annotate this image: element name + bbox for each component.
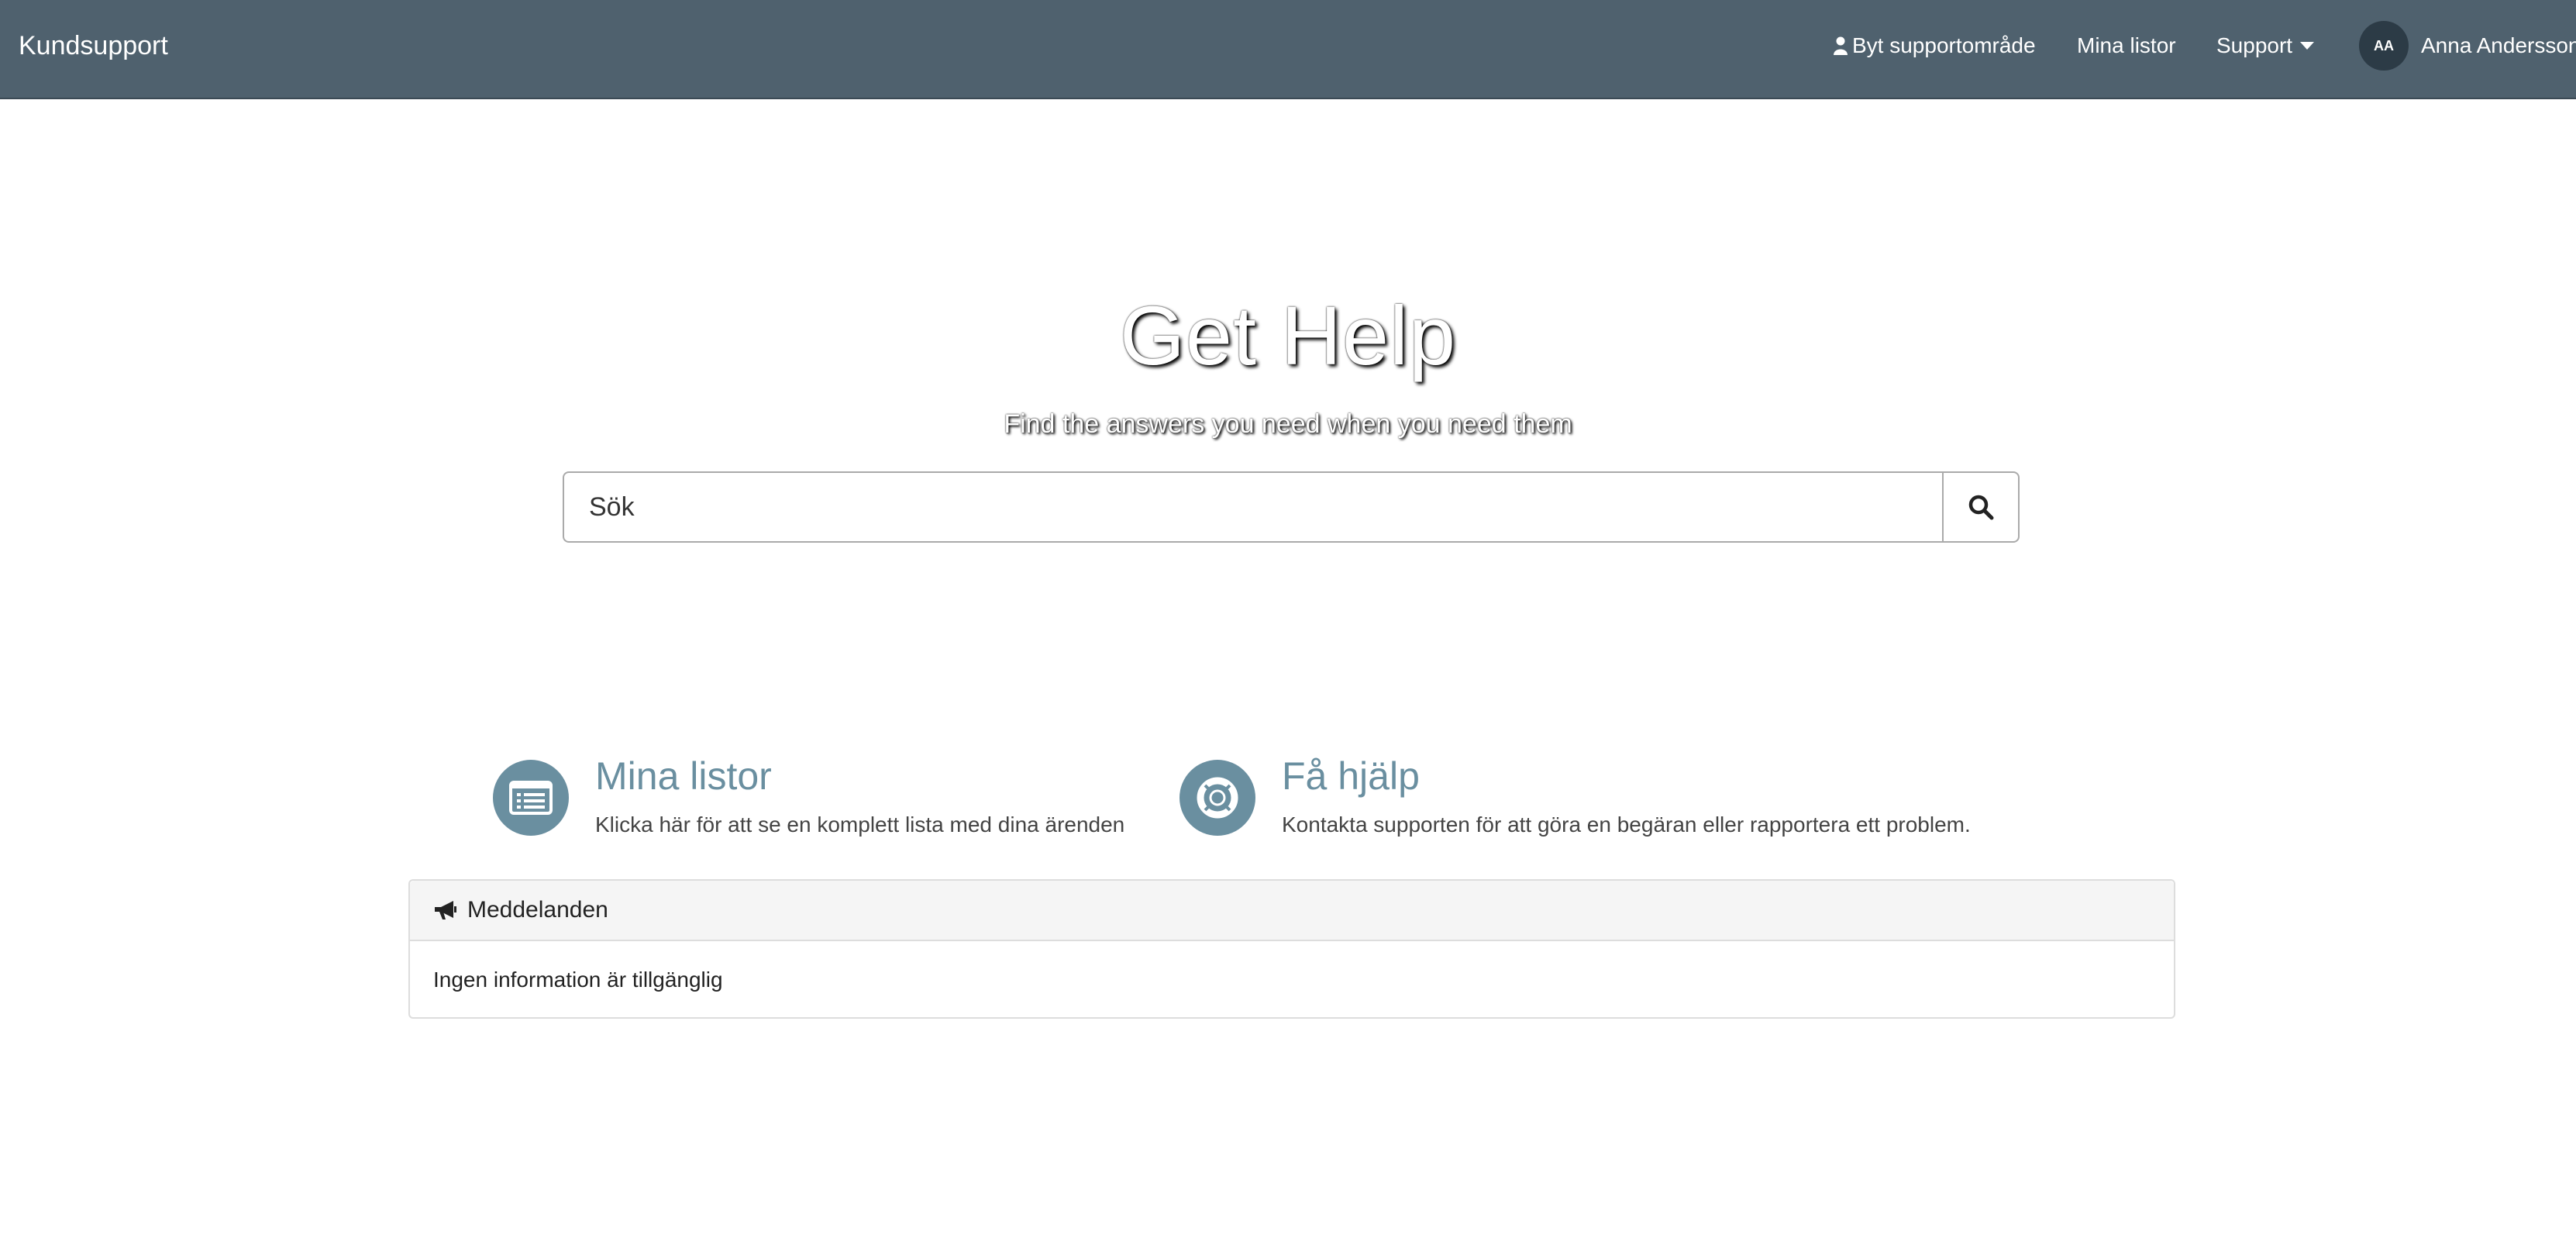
messages-panel-header: Meddelanden xyxy=(410,881,2174,941)
quick-link-description: Klicka här för att se en komplett lista … xyxy=(595,812,1125,837)
list-icon xyxy=(493,760,569,836)
messages-panel: Meddelanden Ingen information är tillgän… xyxy=(408,879,2175,1019)
switch-support-area-link[interactable]: Byt supportområde xyxy=(1834,0,2036,91)
lifebuoy-icon xyxy=(1180,760,1255,836)
page-title: Get Help xyxy=(1119,288,1457,382)
user-icon xyxy=(1834,36,1848,55)
quick-link-get-help[interactable]: Få hjälp Kontakta supporten för att göra… xyxy=(1180,752,1971,837)
page-subtitle: Find the answers you need when you need … xyxy=(1004,409,1572,439)
user-name: Anna Andersson xyxy=(2421,33,2576,57)
quick-link-title[interactable]: Mina listor xyxy=(595,752,1124,800)
messages-body: Ingen information är tillgänglig xyxy=(433,968,723,992)
caret-down-icon xyxy=(2300,42,2315,50)
support-dropdown-label: Support xyxy=(2216,33,2293,57)
switch-support-area-label: Byt supportområde xyxy=(1852,33,2036,57)
search-bar xyxy=(563,471,2020,543)
search-button[interactable] xyxy=(1942,471,2020,543)
megaphone-icon xyxy=(435,901,456,919)
search-input[interactable] xyxy=(563,471,1942,543)
quick-link-my-lists[interactable]: Mina listor Klicka här för att se en kom… xyxy=(493,752,1124,837)
top-navbar: Kundsupport Byt supportområde Mina listo… xyxy=(0,0,2576,99)
avatar: AA xyxy=(2359,21,2409,71)
quick-link-title[interactable]: Få hjälp xyxy=(1282,752,1971,800)
support-dropdown[interactable]: Support xyxy=(2216,0,2315,91)
nav-my-lists-link[interactable]: Mina listor xyxy=(2077,0,2176,91)
brand-link[interactable]: Kundsupport xyxy=(19,0,168,91)
messages-title: Meddelanden xyxy=(467,897,608,923)
user-menu[interactable]: AA Anna Andersson xyxy=(2359,0,2576,91)
search-icon xyxy=(1968,495,1994,520)
quick-link-description: Kontakta supporten för att göra en begär… xyxy=(1282,812,1971,837)
